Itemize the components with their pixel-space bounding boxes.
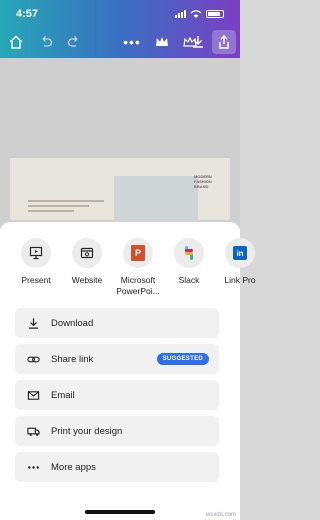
design-canvas[interactable]: MODERN FASHION BRAND xyxy=(0,58,240,228)
present-icon xyxy=(21,238,51,268)
share-app-powerpoint[interactable]: P Microsoft PowerPoi... xyxy=(110,238,166,297)
share-app-label: Slack xyxy=(178,275,200,285)
share-link-button[interactable]: Share link SUGGESTED xyxy=(15,344,219,374)
more-apps-button[interactable]: More apps xyxy=(15,452,219,482)
email-button[interactable]: Email xyxy=(15,380,219,410)
status-bar: 4:57 xyxy=(0,8,240,24)
share-sheet: Present Website P Microsoft PowerPoi... xyxy=(0,222,256,520)
redo-icon[interactable] xyxy=(62,30,86,54)
home-indicator xyxy=(85,510,155,514)
download-button[interactable]: Download xyxy=(15,308,219,338)
signal-icon xyxy=(175,10,186,18)
home-icon[interactable] xyxy=(4,30,28,54)
share-app-present[interactable]: Present xyxy=(8,238,64,286)
more-icon[interactable]: ••• xyxy=(120,30,144,54)
action-label: Print your design xyxy=(51,425,123,437)
suggested-badge: SUGGESTED xyxy=(156,353,209,365)
share-icon[interactable] xyxy=(212,30,236,54)
share-actions-list: Download Share link SUGGESTED Email Prin… xyxy=(15,308,219,488)
slack-icon xyxy=(174,238,204,268)
share-app-label: Microsoft PowerPoi... xyxy=(116,275,160,296)
wifi-icon xyxy=(190,10,202,18)
action-label: Share link xyxy=(51,353,94,365)
link-icon xyxy=(25,351,41,367)
action-label: Email xyxy=(51,389,75,401)
design-text-lines xyxy=(28,200,104,215)
undo-icon[interactable] xyxy=(34,30,58,54)
action-label: More apps xyxy=(51,461,96,473)
share-app-label: Link Pro xyxy=(224,275,256,285)
share-app-label: Present xyxy=(21,275,51,285)
powerpoint-icon: P xyxy=(123,238,153,268)
share-app-label: Website xyxy=(71,275,103,285)
design-preview[interactable]: MODERN FASHION BRAND xyxy=(10,158,230,226)
truck-icon xyxy=(25,423,41,439)
more-icon xyxy=(25,459,41,475)
download-icon[interactable] xyxy=(186,30,210,54)
design-photo xyxy=(114,176,198,226)
action-label: Download xyxy=(51,317,94,329)
share-app-slack[interactable]: Slack xyxy=(161,238,217,286)
share-app-website[interactable]: Website xyxy=(59,238,115,286)
share-app-linkedin[interactable]: in Link Pro xyxy=(212,238,268,286)
download-icon xyxy=(25,315,41,331)
editor-toolbar: ••• xyxy=(0,30,240,54)
print-design-button[interactable]: Print your design xyxy=(15,416,219,446)
editor-header: 4:57 ••• xyxy=(0,0,240,58)
status-time: 4:57 xyxy=(16,8,39,20)
watermark: wsxdn.com xyxy=(205,512,236,518)
mail-icon xyxy=(25,387,41,403)
status-icons xyxy=(175,10,224,18)
battery-icon xyxy=(206,10,224,18)
crown-icon[interactable] xyxy=(150,30,174,54)
linkedin-icon: in xyxy=(225,238,255,268)
website-icon xyxy=(72,238,102,268)
design-tag: MODERN FASHION BRAND xyxy=(194,174,212,189)
share-apps-row: Present Website P Microsoft PowerPoi... xyxy=(0,238,256,308)
